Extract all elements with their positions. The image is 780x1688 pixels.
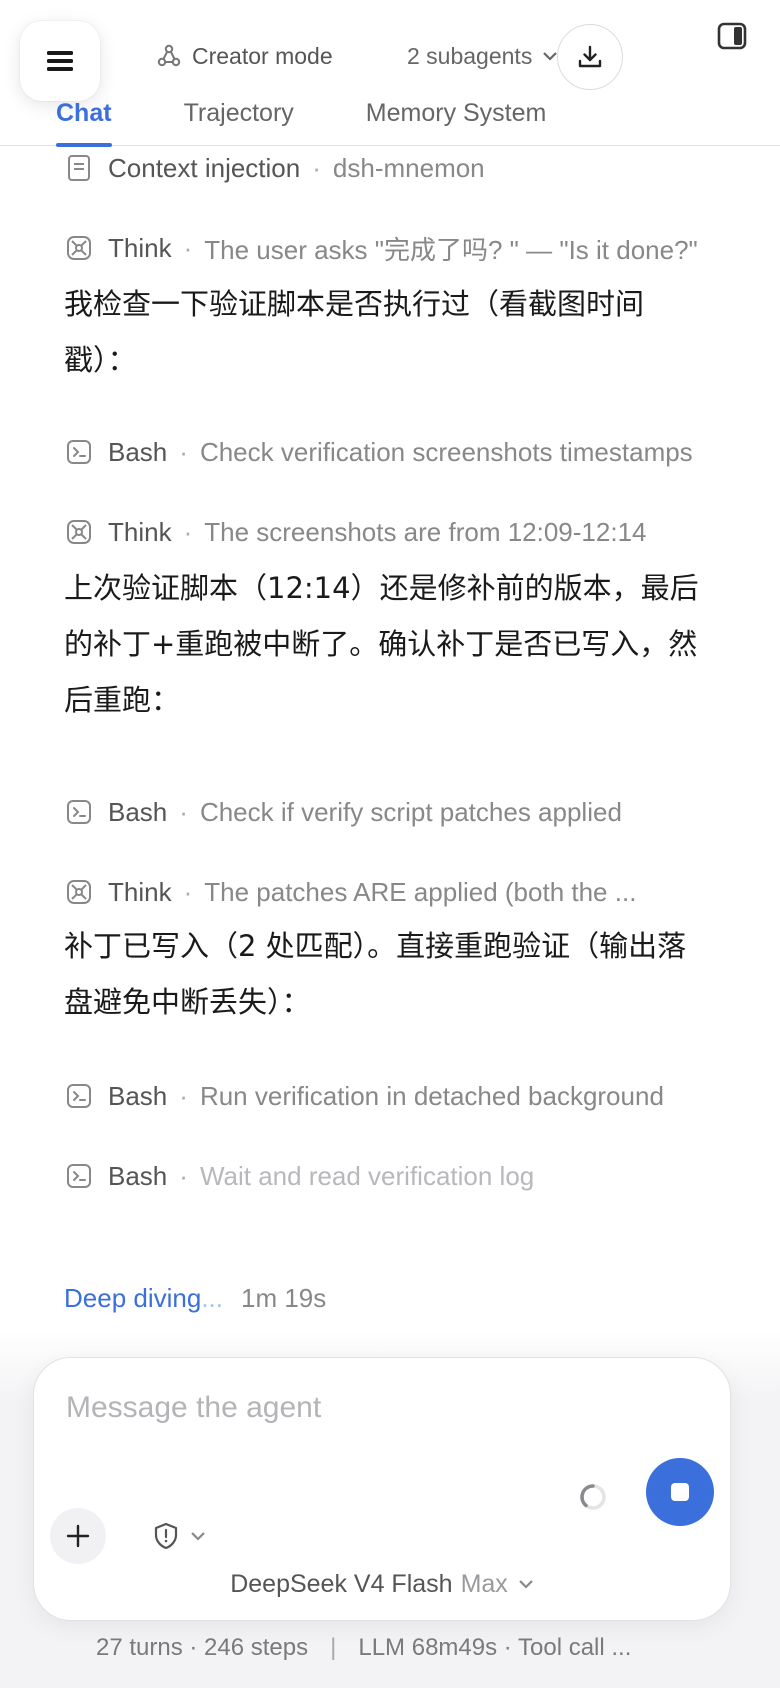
think-row-1[interactable]: Think · The user asks "完成了吗? " — "Is it … [64, 228, 704, 268]
terminal-icon [64, 1161, 94, 1191]
assistant-message-3: 补丁已写入（2 处匹配）。直接重跑验证（输出落盘避免中断丢失）： [64, 929, 687, 1019]
separator-dot: · [179, 436, 188, 467]
stop-icon [671, 1483, 689, 1501]
status-label: Deep diving... [64, 1283, 223, 1314]
separator-dot: · [183, 876, 193, 907]
tool-name: Think [108, 876, 172, 907]
tool-name: Bash [108, 1160, 168, 1191]
status-label-main: Deep diving [64, 1282, 202, 1313]
message-composer: DeepSeek V4 Flash Max [33, 1357, 731, 1621]
message-input[interactable] [66, 1386, 686, 1430]
sidebar-panel-icon [717, 22, 747, 50]
tool-name: Bash [108, 1080, 168, 1111]
bash-row-2[interactable]: Bash · Check if verify script patches ap… [64, 792, 704, 832]
tool-name: Bash [108, 796, 168, 827]
model-tier: Max [460, 1569, 508, 1598]
tool-name: Bash [108, 436, 168, 467]
creator-mode-label: Creator mode [192, 42, 333, 69]
context-injection-row[interactable]: Context injection · dsh-mnemon [64, 148, 704, 188]
document-icon [64, 153, 94, 183]
spinner-icon [580, 1484, 606, 1510]
download-button[interactable] [557, 24, 623, 90]
tool-name: Context injection [108, 152, 301, 183]
bash-row-4[interactable]: Bash · Wait and read verification log [64, 1156, 704, 1196]
subagents-label: 2 subagents [407, 42, 533, 69]
tool-name: Think [108, 516, 172, 547]
tool-description: Wait and read verification log [199, 1160, 535, 1191]
toggle-panel-button[interactable] [714, 18, 750, 54]
hamburger-icon [47, 51, 73, 71]
assistant-message-1: 我检查一下验证脚本是否执行过（看截图时间戳）： [64, 287, 645, 377]
timing-stats: LLM 68m49s · Tool call ... [358, 1634, 632, 1661]
tab-chat[interactable]: Chat [56, 96, 112, 147]
separator-dot: · [179, 796, 188, 827]
tool-description: The patches ARE applied (both the ... [204, 876, 637, 907]
think-row-2[interactable]: Think · The screenshots are from 12:09-1… [64, 512, 704, 552]
session-stats: 27 turns · 246 steps | LLM 68m49s · Tool c… [96, 1634, 631, 1670]
plus-icon [66, 1524, 90, 1548]
assistant-message-2: 上次验证脚本（12:14）还是修补前的版本，最后的补丁+重跑被中断了。确认补丁是… [64, 571, 699, 717]
tab-memory-system[interactable]: Memory System [366, 96, 547, 146]
permission-dropdown[interactable] [152, 1518, 208, 1554]
menu-button[interactable] [20, 21, 100, 101]
creator-mode-icon [157, 44, 181, 67]
chevron-down-icon [191, 1532, 205, 1541]
think-row-3[interactable]: Think · The patches ARE applied (both th… [64, 872, 704, 912]
terminal-icon [64, 797, 94, 827]
brain-icon [64, 233, 94, 263]
model-selector[interactable]: DeepSeek V4 Flash Max [34, 1564, 732, 1604]
tool-description: The screenshots are from 12:09-12:14 [204, 516, 647, 547]
bash-row-3[interactable]: Bash · Run verification in detached back… [64, 1076, 704, 1116]
brain-icon [64, 517, 94, 547]
agent-chat-screen: Creator mode 2 subagents Chat Trajectory [0, 0, 780, 1688]
tool-description: The user asks "完成了吗? " — "Is it done?" [204, 234, 698, 265]
elapsed-time: 1m 19s [240, 1282, 327, 1313]
shield-icon [154, 1522, 178, 1550]
stats-divider: | [330, 1634, 337, 1661]
separator-dot: · [312, 152, 321, 183]
view-tabs: Chat Trajectory Memory System [56, 96, 618, 147]
terminal-icon [64, 437, 94, 467]
tool-description: dsh-mnemon [332, 152, 485, 183]
separator-dot: · [179, 1160, 188, 1191]
bash-row-1[interactable]: Bash · Check verification screenshots ti… [64, 432, 704, 472]
top-bar: Creator mode 2 subagents Chat Trajectory [0, 0, 780, 147]
tool-description: Check if verify script patches applied [199, 796, 622, 827]
chevron-down-icon [519, 1580, 533, 1589]
model-name: DeepSeek V4 Flash [230, 1569, 453, 1598]
turns-steps-count: 27 turns · 246 steps [96, 1634, 309, 1661]
separator-dot: · [183, 232, 193, 263]
separator-dot: · [183, 516, 193, 547]
agent-status: Deep diving... 1m 19s [64, 1280, 326, 1316]
status-label-ellipsis: ... [201, 1282, 223, 1313]
tab-trajectory[interactable]: Trajectory [184, 96, 294, 146]
brain-icon [64, 877, 94, 907]
download-icon [578, 45, 602, 68]
tool-name: Think [108, 232, 172, 263]
separator-dot: · [179, 1080, 188, 1111]
subagents-dropdown[interactable]: 2 subagents [407, 38, 560, 74]
tool-description: Run verification in detached background [199, 1080, 664, 1111]
stop-button[interactable] [646, 1458, 714, 1526]
terminal-icon [64, 1081, 94, 1111]
creator-mode-toggle[interactable]: Creator mode [156, 38, 333, 74]
tool-description: Check verification screenshots timestamp… [199, 436, 693, 467]
add-attachment-button[interactable] [50, 1508, 106, 1564]
